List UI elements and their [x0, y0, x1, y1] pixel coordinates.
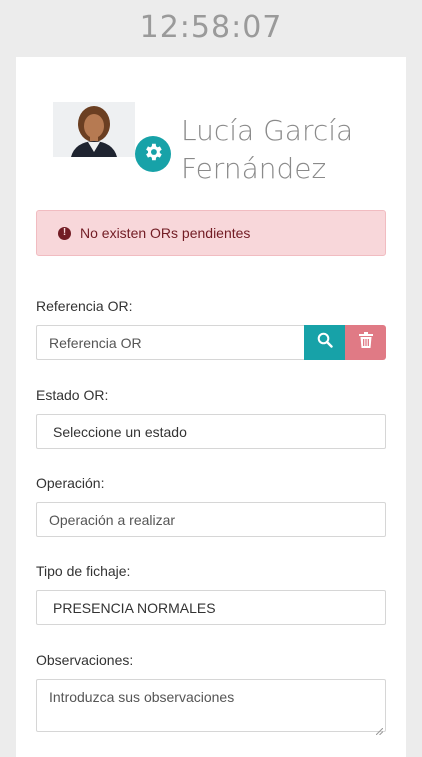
user-name: Lucía García Fernández — [181, 112, 401, 188]
alert-message: No existen ORs pendientes — [80, 225, 251, 241]
status-clock: 12:58:07 — [139, 10, 283, 45]
search-icon — [317, 332, 333, 353]
main-card: Lucía García Fernández ! No existen ORs … — [16, 57, 406, 757]
operacion-label: Operación: — [36, 475, 105, 491]
delete-button[interactable] — [345, 325, 386, 360]
trash-icon — [358, 332, 373, 353]
settings-button[interactable] — [135, 136, 171, 172]
estado-select[interactable]: Seleccione un estado — [36, 414, 386, 449]
search-button[interactable] — [304, 325, 345, 360]
exclamation-circle-icon: ! — [58, 226, 71, 240]
avatar — [53, 102, 135, 157]
tipo-fichaje-select[interactable]: PRESENCIA NORMALES — [36, 590, 386, 625]
operacion-input[interactable]: Operación a realizar — [36, 502, 386, 537]
user-name-line1: Lucía García — [181, 114, 354, 147]
gear-icon — [142, 141, 164, 168]
referencia-label: Referencia OR: — [36, 298, 133, 314]
referencia-group: Referencia OR — [36, 325, 386, 360]
observaciones-textarea[interactable]: Introduzca sus observaciones — [36, 679, 386, 736]
user-profile: Lucía García Fernández — [53, 102, 393, 192]
alert-no-pending: ! No existen ORs pendientes — [36, 210, 386, 256]
estado-label: Estado OR: — [36, 387, 109, 403]
observaciones-placeholder: Introduzca sus observaciones — [49, 689, 235, 705]
user-name-line2: Fernández — [181, 152, 327, 185]
referencia-input[interactable]: Referencia OR — [36, 325, 305, 360]
resize-handle-icon[interactable] — [375, 722, 384, 736]
tipo-fichaje-label: Tipo de fichaje: — [36, 563, 131, 579]
observaciones-label: Observaciones: — [36, 652, 134, 668]
